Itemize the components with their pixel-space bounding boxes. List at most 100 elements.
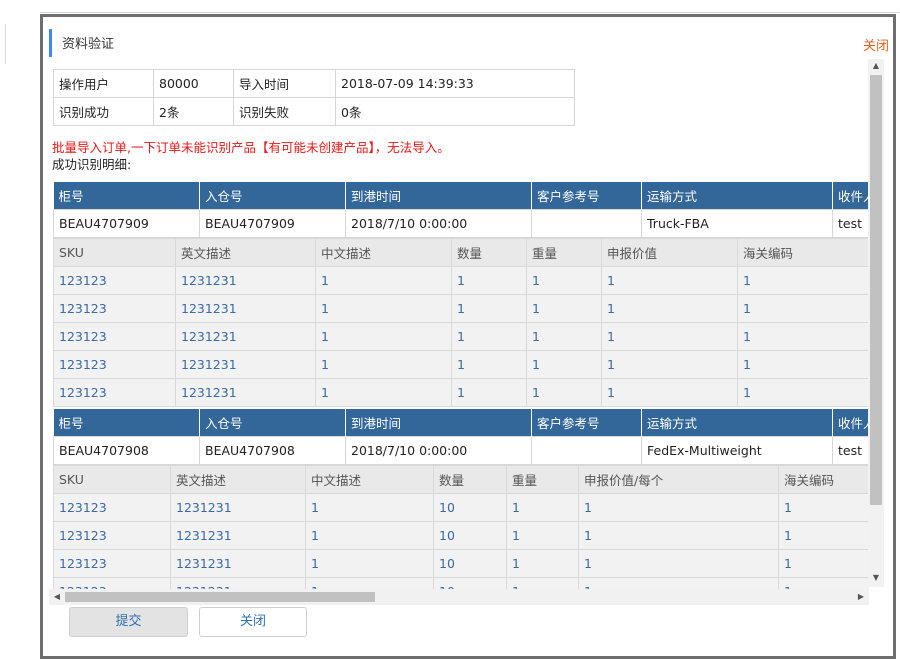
items-header-row: SKU 英文描述 中文描述 数量 重量 申报价值/每个 海关编码 xyxy=(53,465,869,494)
vertical-scrollbar[interactable]: ▲ ▼ xyxy=(868,59,884,587)
scroll-up-icon[interactable]: ▲ xyxy=(868,61,884,70)
background-page-top xyxy=(0,0,900,13)
item-cell: 1 xyxy=(506,521,579,550)
dialog-header: 资料验证 xyxy=(49,29,888,57)
item-cell: 10 xyxy=(433,521,507,550)
info-row: 识别成功 2条 识别失败 0条 xyxy=(53,97,575,126)
item-cell: 1 xyxy=(451,266,527,295)
item-cell: 1 xyxy=(737,294,869,323)
item-cell: 1 xyxy=(526,322,602,351)
item-cell: 1 xyxy=(315,350,452,379)
order-items-table: SKU 英文描述 中文描述 数量 重量 申报价值/每个 海关编码 123123 1… xyxy=(53,465,869,595)
item-cell: 1 xyxy=(601,266,738,295)
submit-button[interactable]: 提交 xyxy=(69,607,188,637)
item-cell: 1231231 xyxy=(175,294,316,323)
item-cell: 123123 xyxy=(53,549,171,578)
item-cell: 1 xyxy=(506,549,579,578)
info-value: 80000 xyxy=(153,69,234,98)
scroll-right-icon[interactable]: ▶ xyxy=(853,589,869,605)
horizontal-scrollbar[interactable]: ◀ ▶ xyxy=(49,589,869,605)
item-cell: 123123 xyxy=(53,378,176,407)
scroll-down-icon[interactable]: ▼ xyxy=(868,573,884,582)
item-cell: 1 xyxy=(451,350,527,379)
order-cell: test xyxy=(832,209,869,238)
item-cell: 10 xyxy=(433,549,507,578)
scroll-left-icon[interactable]: ◀ xyxy=(49,589,65,605)
table-row: 123123 1231231 1 1 1 1 1 xyxy=(53,294,869,323)
item-cell: 1 xyxy=(778,493,869,522)
close-button[interactable]: 关闭 xyxy=(199,607,307,637)
item-cell: 1 xyxy=(601,378,738,407)
item-cell: 1231231 xyxy=(175,266,316,295)
col-header-sku: SKU xyxy=(53,465,171,494)
order-cell xyxy=(531,209,642,238)
order-cell: test xyxy=(832,436,869,465)
dialog-content: 操作用户 80000 导入时间 2018-07-09 14:39:33 识别成功… xyxy=(49,67,869,595)
col-header-en-desc: 英文描述 xyxy=(175,238,316,267)
col-header-weight: 重量 xyxy=(506,465,579,494)
dialog-title: 资料验证 xyxy=(62,37,115,52)
col-header-sku: SKU xyxy=(53,238,176,267)
order-cell xyxy=(531,436,642,465)
item-cell: 1 xyxy=(778,549,869,578)
item-cell: 1 xyxy=(578,549,779,578)
col-header-warehouse-no: 入仓号 xyxy=(199,409,346,437)
item-cell: 1 xyxy=(506,493,579,522)
info-value: 0条 xyxy=(335,97,575,126)
order-cell: BEAU4707909 xyxy=(199,209,346,238)
info-label: 识别失败 xyxy=(233,97,336,126)
info-label: 识别成功 xyxy=(53,97,154,126)
col-header-en-desc: 英文描述 xyxy=(170,465,306,494)
item-cell: 1 xyxy=(526,350,602,379)
col-header-qty: 数量 xyxy=(433,465,507,494)
col-header-recipient: 收件人 xyxy=(832,182,869,210)
info-row: 操作用户 80000 导入时间 2018-07-09 14:39:33 xyxy=(53,69,575,98)
background-tab-edge xyxy=(0,24,6,64)
order-table: 柜号 入仓号 到港时间 客户参考号 运输方式 收件人 BEAU4707908 B… xyxy=(53,409,869,465)
item-cell: 1 xyxy=(315,266,452,295)
col-header-cn-desc: 中文描述 xyxy=(305,465,434,494)
order-items-table: SKU 英文描述 中文描述 数量 重量 申报价值 海关编码 123123 1231… xyxy=(53,238,869,407)
item-cell: 1 xyxy=(578,521,779,550)
item-cell: 123123 xyxy=(53,294,176,323)
table-row: 123123 1231231 1 1 1 1 1 xyxy=(53,350,869,379)
item-cell: 1231231 xyxy=(170,521,306,550)
table-row: 123123 1231231 1 1 1 1 1 xyxy=(53,266,869,295)
item-cell: 1 xyxy=(601,294,738,323)
item-cell: 1 xyxy=(778,521,869,550)
info-label: 导入时间 xyxy=(233,69,336,98)
col-header-arrival-time: 到港时间 xyxy=(345,182,532,210)
horizontal-scroll-thumb[interactable] xyxy=(65,592,375,602)
item-cell: 123123 xyxy=(53,266,176,295)
order-cell: 2018/7/10 0:00:00 xyxy=(345,209,532,238)
col-header-declared-value: 申报价值 xyxy=(601,238,738,267)
col-header-qty: 数量 xyxy=(451,238,527,267)
col-header-shipping-method: 运输方式 xyxy=(641,409,833,437)
col-header-warehouse-no: 入仓号 xyxy=(199,182,346,210)
info-label: 操作用户 xyxy=(53,69,154,98)
item-cell: 123123 xyxy=(53,521,171,550)
col-header-hs-code: 海关编码 xyxy=(737,238,869,267)
item-cell: 1 xyxy=(451,294,527,323)
items-header-row: SKU 英文描述 中文描述 数量 重量 申报价值 海关编码 xyxy=(53,238,869,267)
table-row: 123123 1231231 1 1 1 1 1 xyxy=(53,322,869,351)
dialog-close-link[interactable]: 关闭 xyxy=(863,35,889,54)
order-header-row: 柜号 入仓号 到港时间 客户参考号 运输方式 收件人 xyxy=(53,182,869,210)
item-cell: 1 xyxy=(578,493,779,522)
col-header-cn-desc: 中文描述 xyxy=(315,238,452,267)
col-header-customer-ref: 客户参考号 xyxy=(531,182,642,210)
col-header-container-no: 柜号 xyxy=(53,409,200,437)
item-cell: 1231231 xyxy=(170,549,306,578)
col-header-container-no: 柜号 xyxy=(53,182,200,210)
item-cell: 123123 xyxy=(53,350,176,379)
info-value: 2条 xyxy=(153,97,234,126)
item-cell: 123123 xyxy=(53,322,176,351)
col-header-hs-code: 海关编码 xyxy=(778,465,869,494)
vertical-scroll-thumb[interactable] xyxy=(870,75,882,505)
order-row: BEAU4707908 BEAU4707908 2018/7/10 0:00:0… xyxy=(53,436,869,465)
item-cell: 1 xyxy=(737,266,869,295)
col-header-declared-value: 申报价值/每个 xyxy=(578,465,779,494)
item-cell: 1 xyxy=(526,294,602,323)
order-cell: BEAU4707908 xyxy=(199,436,346,465)
item-cell: 1 xyxy=(601,322,738,351)
